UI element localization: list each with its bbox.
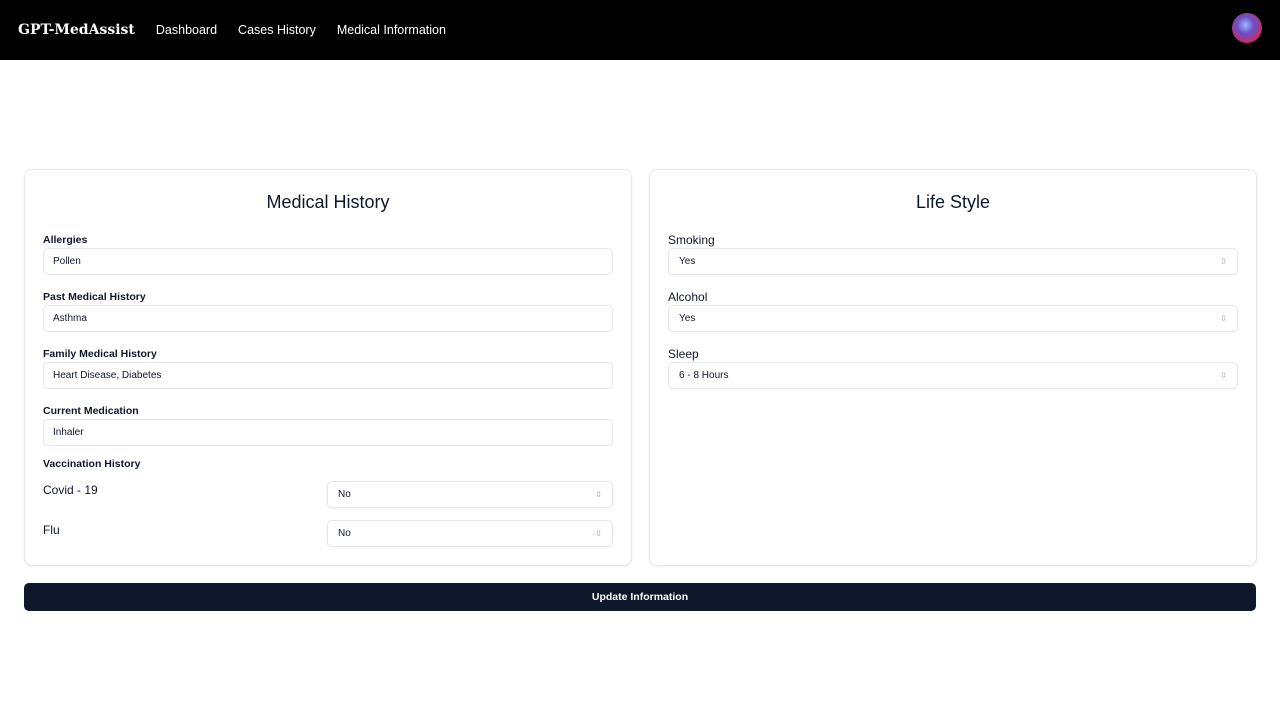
covid-value: No — [338, 489, 351, 500]
chevron-up-down-icon: ⇳ — [1220, 371, 1227, 380]
sleep-value: 6 - 8 Hours — [679, 370, 729, 381]
past-medical-history-label: Past Medical History — [43, 291, 146, 303]
current-medication-input[interactable]: Inhaler — [43, 419, 613, 446]
avatar[interactable] — [1232, 13, 1262, 43]
current-medication-label: Current Medication — [43, 405, 139, 417]
family-medical-history-label: Family Medical History — [43, 348, 157, 360]
vaccination-history-label: Vaccination History — [43, 458, 141, 470]
covid-select[interactable]: No ⇳ — [327, 481, 613, 508]
past-medical-history-input[interactable]: Asthma — [43, 305, 613, 332]
flu-value: No — [338, 528, 351, 539]
flu-select[interactable]: No ⇳ — [327, 520, 613, 547]
flu-label: Flu — [43, 523, 60, 537]
lifestyle-title: Life Style — [915, 192, 991, 212]
alcohol-select[interactable]: Yes ⇳ — [668, 305, 1238, 332]
covid-label: Covid - 19 — [43, 483, 98, 497]
smoking-select[interactable]: Yes ⇳ — [668, 248, 1238, 275]
top-nav: GPT-MedAssist Dashboard Cases History Me… — [0, 0, 1280, 60]
chevron-up-down-icon: ⇳ — [595, 490, 602, 499]
sleep-select[interactable]: 6 - 8 Hours ⇳ — [668, 362, 1238, 389]
lifestyle-card: Life Style Smoking Yes ⇳ Alcohol Yes ⇳ Sle… — [649, 169, 1257, 566]
medical-history-title: Medical History — [266, 192, 390, 212]
family-medical-history-input[interactable]: Heart Disease, Diabetes — [43, 362, 613, 389]
update-information-button[interactable]: Update Information — [24, 583, 1256, 611]
smoking-label: Smoking — [668, 233, 715, 247]
nav-cases-history[interactable]: Cases History — [238, 23, 316, 37]
alcohol-label: Alcohol — [668, 290, 708, 304]
allergies-label: Allergies — [43, 234, 88, 246]
chevron-up-down-icon: ⇳ — [1220, 314, 1227, 323]
brand-logo[interactable]: GPT-MedAssist — [18, 22, 135, 38]
nav-dashboard[interactable]: Dashboard — [156, 23, 217, 37]
sleep-label: Sleep — [668, 347, 699, 361]
alcohol-value: Yes — [679, 313, 696, 324]
nav-medical-information[interactable]: Medical Information — [337, 23, 446, 37]
smoking-value: Yes — [679, 256, 696, 267]
chevron-up-down-icon: ⇳ — [595, 529, 602, 538]
medical-history-card: Medical History Allergies Pollen Past Me… — [24, 169, 632, 566]
chevron-up-down-icon: ⇳ — [1220, 257, 1227, 266]
allergies-input[interactable]: Pollen — [43, 248, 613, 275]
